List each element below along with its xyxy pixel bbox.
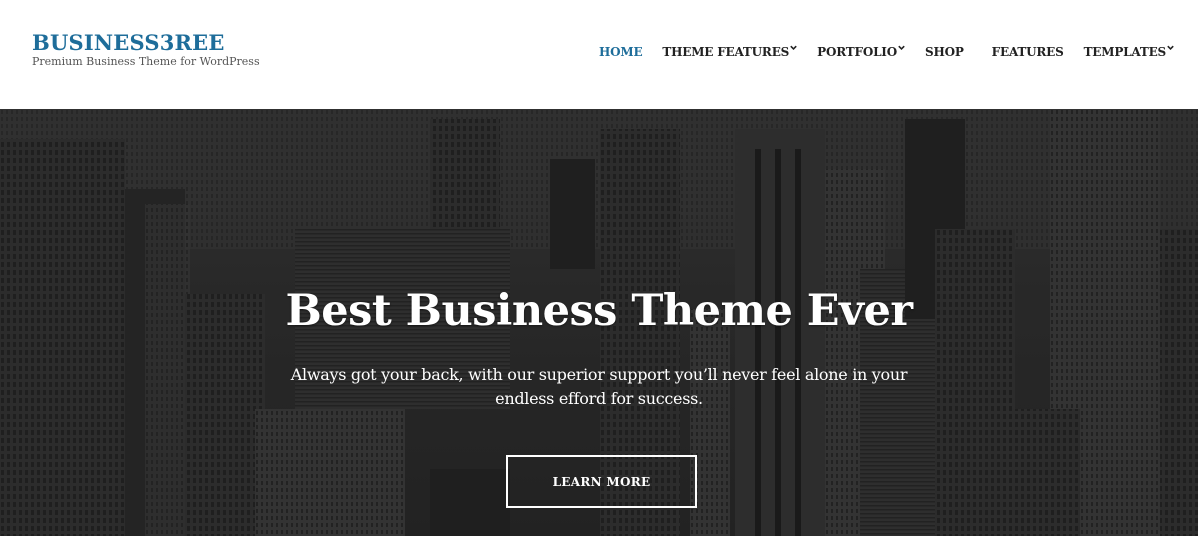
nav-item-label: FEATURES (991, 45, 1064, 59)
site-title-link[interactable]: BUSINESS3REE (32, 31, 260, 55)
site-tagline: Premium Business Theme for WordPress (32, 55, 260, 68)
nav-item-label: SHOP (924, 45, 964, 59)
nav-item-label: THEME FEATURES (662, 45, 790, 59)
nav-item-label: HOME (598, 45, 643, 59)
nav-item-features[interactable]: FEATURES (992, 43, 1064, 61)
learn-more-button[interactable]: LEARN MORE (506, 455, 697, 508)
hero-section: Best Business Theme Ever Always got your… (0, 109, 1198, 536)
nav-item-portfolio[interactable]: PORTFOLIO (817, 43, 905, 61)
nav-item-shop[interactable]: SHOP (925, 43, 964, 61)
nav-item-templates[interactable]: TEMPLATES (1084, 43, 1174, 61)
chevron-down-icon (1167, 45, 1174, 52)
learn-more-button-label: LEARN MORE (552, 474, 651, 489)
nav-item-label: TEMPLATES (1083, 45, 1167, 59)
nav-item-label: PORTFOLIO (817, 45, 897, 59)
site-header: BUSINESS3REE Premium Business Theme for … (0, 0, 1198, 109)
main-navigation: HOME THEME FEATURES PORTFOLIO SHOP FEATU… (579, 43, 1174, 61)
hero-subtitle: Always got your back, with our superior … (290, 365, 908, 408)
chevron-down-icon (898, 45, 905, 52)
site-branding: BUSINESS3REE Premium Business Theme for … (32, 31, 260, 69)
hero-title: Best Business Theme Ever (285, 286, 913, 336)
chevron-down-icon (790, 45, 797, 52)
nav-item-theme-features[interactable]: THEME FEATURES (662, 43, 797, 61)
nav-item-home[interactable]: HOME (598, 43, 643, 61)
